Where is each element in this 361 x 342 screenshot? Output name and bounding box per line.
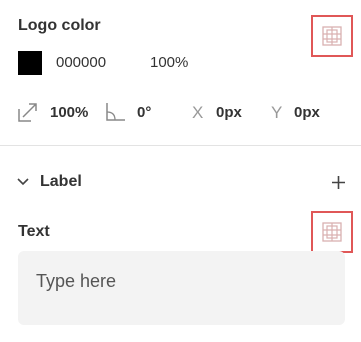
scale-value[interactable]: 100% (50, 104, 88, 121)
logo-placeholder-icon (322, 222, 342, 242)
section-divider (0, 145, 361, 146)
plus-icon[interactable] (331, 175, 346, 190)
rotation-value[interactable]: 0° (137, 104, 151, 121)
logo-placeholder-icon (322, 26, 342, 46)
label-section-title[interactable]: Label (40, 173, 82, 191)
angle-icon (106, 103, 125, 121)
text-section-title: Text (18, 223, 50, 240)
x-axis-label: X (192, 103, 204, 122)
chevron-down-icon[interactable] (17, 177, 29, 187)
logo-color-title: Logo color (18, 17, 101, 34)
y-position-value[interactable]: 0px (294, 104, 320, 121)
text-input-placeholder: Type here (36, 271, 117, 291)
color-opacity-value[interactable]: 100% (150, 54, 188, 71)
x-position-value[interactable]: 0px (216, 104, 242, 121)
text-asset-button[interactable] (311, 211, 353, 253)
logo-color-asset-button[interactable] (311, 15, 353, 57)
text-input[interactable]: Type here (18, 251, 345, 325)
resize-diagonal-icon (18, 103, 37, 122)
color-hex-value[interactable]: 000000 (56, 54, 106, 71)
y-axis-label: Y (271, 103, 283, 122)
color-swatch[interactable] (18, 51, 42, 75)
